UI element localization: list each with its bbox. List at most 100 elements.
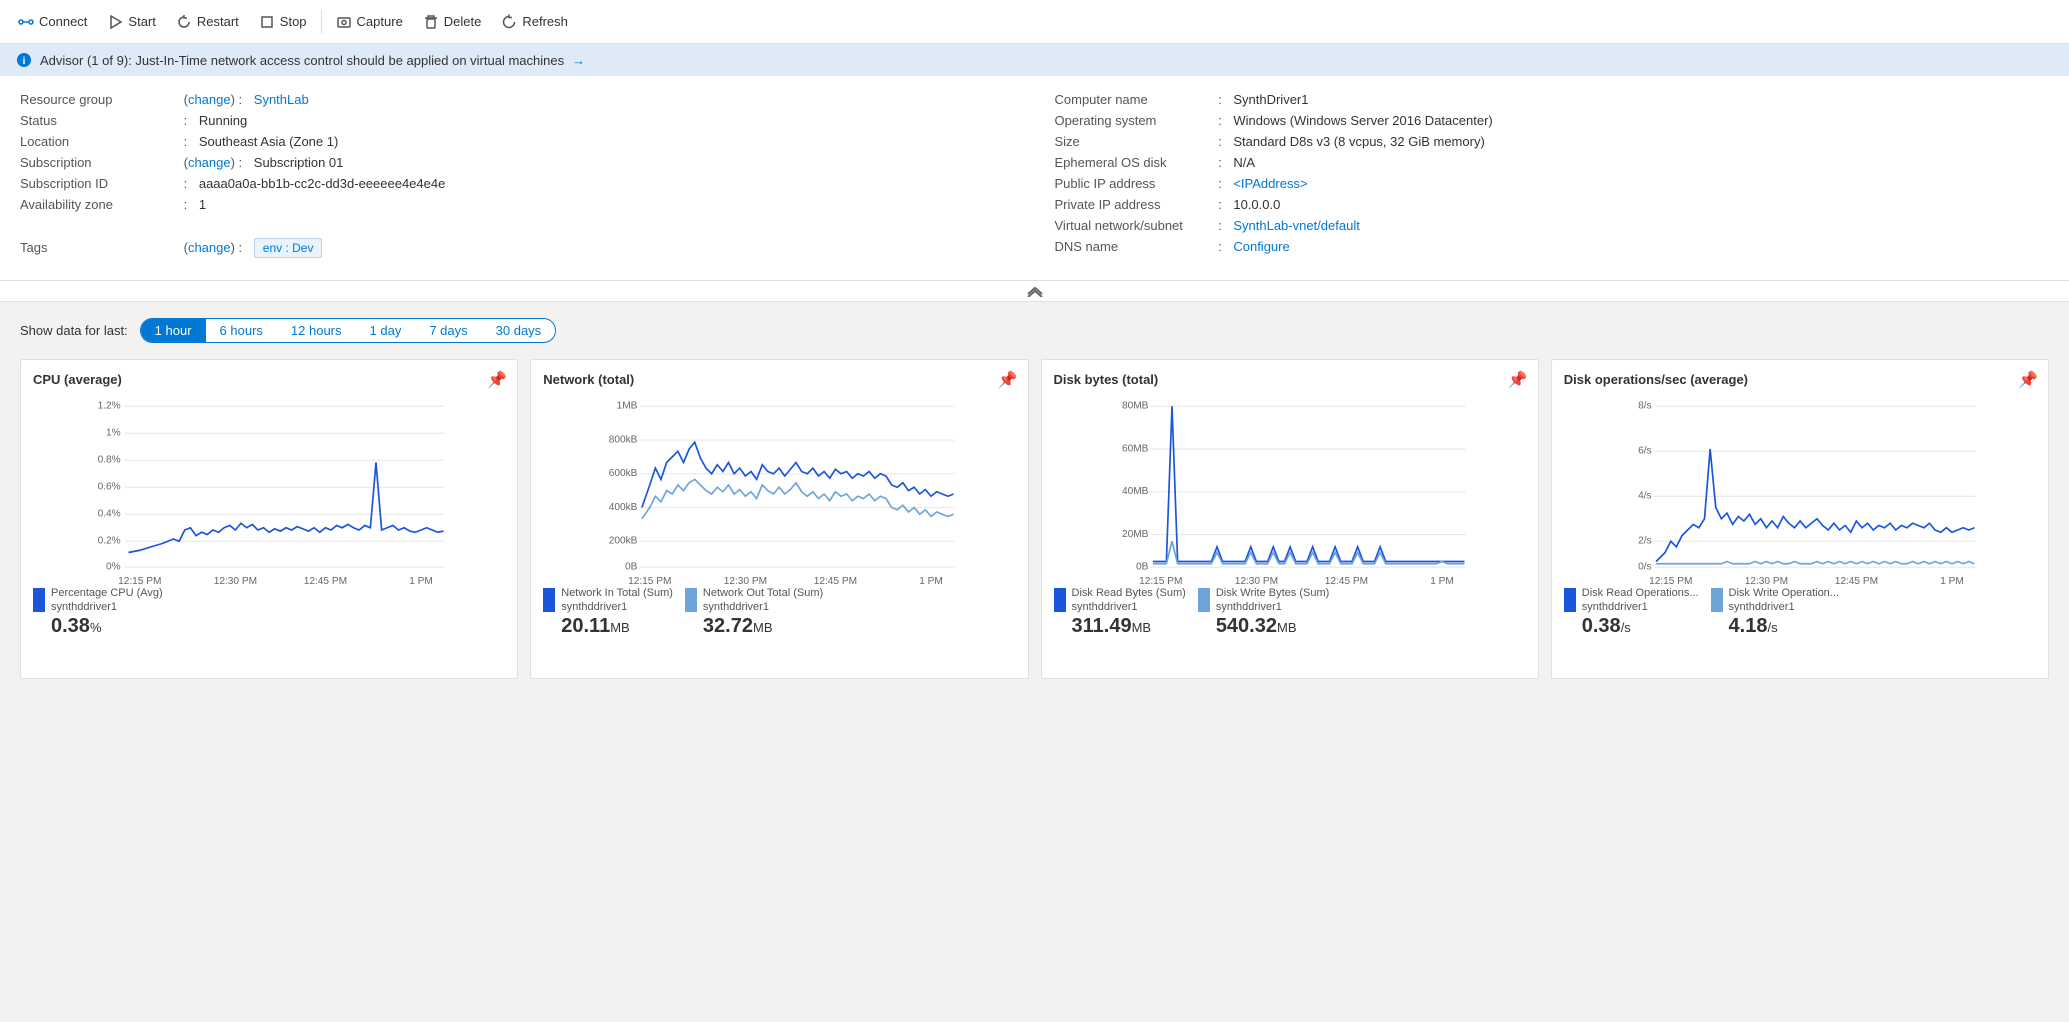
cpu-chart-title: CPU (average) (33, 372, 505, 387)
network-chart: 1MB 800kB 600kB 400kB 200kB 0B 12:15 PM … (543, 395, 1015, 575)
tag-badge: env : Dev (254, 238, 323, 258)
refresh-icon (501, 14, 517, 30)
delete-button[interactable]: Delete (413, 10, 492, 34)
public-ip-value[interactable]: <IPAddress> (1233, 176, 1307, 191)
disk-bytes-chart: 80MB 60MB 40MB 20MB 0B 12:15 PM 12:30 PM… (1054, 395, 1526, 575)
disk-read-ops-item: Disk Read Operations... synthddriver1 0.… (1564, 586, 1699, 638)
info-section: Resource group (change) : SynthLab Statu… (0, 76, 2069, 281)
stop-button[interactable]: Stop (249, 10, 317, 34)
disk-ops-chart: 8/s 6/s 4/s 2/s 0/s 12:15 PM 12:30 PM 12… (1564, 395, 2036, 575)
private-ip-row: Private IP address : 10.0.0.0 (1055, 197, 2050, 212)
resource-group-label: Resource group (20, 92, 180, 107)
advisor-link[interactable]: → (572, 53, 585, 68)
disk-ops-title: Disk operations/sec (average) (1564, 372, 2036, 387)
network-in-color (543, 588, 555, 612)
time-1day[interactable]: 1 day (356, 319, 416, 342)
disk-ops-chart-card: Disk operations/sec (average) 📌 8/s 6/s … (1551, 359, 2049, 679)
tags-row: Tags (change) : env : Dev (20, 238, 1015, 258)
disk-read-bytes-label: Disk Read Bytes (Sum) (1072, 586, 1186, 600)
svg-text:12:45 PM: 12:45 PM (1834, 576, 1877, 587)
svg-text:0.6%: 0.6% (98, 482, 121, 493)
availability-zone-row: Availability zone : 1 (20, 197, 1015, 212)
svg-text:12:30 PM: 12:30 PM (214, 576, 257, 587)
restart-icon (176, 14, 192, 30)
svg-text:0%: 0% (106, 561, 121, 572)
time-30days[interactable]: 30 days (482, 319, 556, 342)
subscription-value: Subscription 01 (254, 155, 344, 170)
disk-read-bytes-unit: MB (1132, 620, 1152, 635)
network-out-unit: MB (753, 620, 773, 635)
start-icon (107, 14, 123, 30)
svg-text:12:45 PM: 12:45 PM (1324, 576, 1367, 587)
time-12hours[interactable]: 12 hours (277, 319, 356, 342)
info-right: Computer name : SynthDriver1 Operating s… (1055, 92, 2050, 264)
show-data-label: Show data for last: (20, 323, 128, 338)
cpu-legend-color (33, 588, 45, 612)
stop-icon (259, 14, 275, 30)
svg-text:0.8%: 0.8% (98, 455, 121, 466)
cpu-pin-button[interactable]: 📌 (487, 370, 507, 390)
svg-text:400kB: 400kB (609, 502, 638, 513)
svg-text:80MB: 80MB (1121, 401, 1148, 412)
resource-group-row: Resource group (change) : SynthLab (20, 92, 1015, 107)
location-row: Location : Southeast Asia (Zone 1) (20, 134, 1015, 149)
collapse-bar[interactable] (0, 281, 2069, 302)
subscription-id-label: Subscription ID (20, 176, 180, 191)
disk-ops-pin-button[interactable]: 📌 (2018, 370, 2038, 390)
network-out-legend-item: Network Out Total (Sum) synthddriver1 32… (685, 586, 823, 638)
divider (321, 10, 322, 34)
dns-value[interactable]: Configure (1233, 239, 1289, 254)
network-out-value: 32.72 (703, 615, 753, 637)
time-7days[interactable]: 7 days (415, 319, 481, 342)
capture-button[interactable]: Capture (326, 10, 413, 34)
svg-text:0/s: 0/s (1638, 561, 1652, 572)
network-in-label: Network In Total (Sum) (561, 586, 673, 600)
network-in-sub: synthddriver1 (561, 600, 673, 614)
disk-write-ops-color (1711, 588, 1723, 612)
svg-text:4/s: 4/s (1638, 491, 1652, 502)
os-value: Windows (Windows Server 2016 Datacenter) (1233, 113, 1492, 128)
disk-read-bytes-color (1054, 588, 1066, 612)
disk-bytes-pin-button[interactable]: 📌 (1508, 370, 1528, 390)
size-row: Size : Standard D8s v3 (8 vcpus, 32 GiB … (1055, 134, 2050, 149)
disk-write-ops-label: Disk Write Operation... (1729, 586, 1839, 600)
restart-button[interactable]: Restart (166, 10, 249, 34)
info-icon: i (16, 52, 32, 68)
disk-write-bytes-label: Disk Write Bytes (Sum) (1216, 586, 1329, 600)
ephemeral-row: Ephemeral OS disk : N/A (1055, 155, 2050, 170)
cpu-legend-item: Percentage CPU (Avg) synthddriver1 0.38% (33, 586, 505, 638)
svg-text:20MB: 20MB (1121, 529, 1148, 540)
svg-text:40MB: 40MB (1121, 486, 1148, 497)
time-6hours[interactable]: 6 hours (206, 319, 277, 342)
computer-name-row: Computer name : SynthDriver1 (1055, 92, 2050, 107)
info-left: Resource group (change) : SynthLab Statu… (20, 92, 1015, 264)
connect-button[interactable]: Connect (8, 10, 97, 34)
monitoring-section: Show data for last: 1 hour 6 hours 12 ho… (0, 302, 2069, 695)
computer-name-value: SynthDriver1 (1233, 92, 1308, 107)
tags-change-link[interactable]: change (188, 240, 231, 255)
network-pin-button[interactable]: 📌 (998, 370, 1018, 390)
connect-icon (18, 14, 34, 30)
svg-text:1 PM: 1 PM (919, 576, 943, 587)
dns-label: DNS name (1055, 239, 1215, 254)
vnet-row: Virtual network/subnet : SynthLab-vnet/d… (1055, 218, 2050, 233)
public-ip-row: Public IP address : <IPAddress> (1055, 176, 2050, 191)
subscription-change-link[interactable]: change (188, 155, 231, 170)
svg-text:8/s: 8/s (1638, 401, 1652, 412)
time-1hour[interactable]: 1 hour (141, 319, 206, 342)
vnet-value[interactable]: SynthLab-vnet/default (1233, 218, 1359, 233)
public-ip-label: Public IP address (1055, 176, 1215, 191)
resource-group-value[interactable]: SynthLab (254, 92, 309, 107)
start-button[interactable]: Start (97, 10, 165, 34)
svg-text:1 PM: 1 PM (1430, 576, 1454, 587)
advisor-banner: i Advisor (1 of 9): Just-In-Time network… (0, 44, 2069, 76)
svg-text:6/s: 6/s (1638, 446, 1652, 457)
svg-text:200kB: 200kB (609, 536, 638, 547)
refresh-button[interactable]: Refresh (491, 10, 578, 34)
resource-group-change-link[interactable]: change (188, 92, 231, 107)
size-label: Size (1055, 134, 1215, 149)
svg-text:1.2%: 1.2% (98, 401, 121, 412)
time-filter: 1 hour 6 hours 12 hours 1 day 7 days 30 … (140, 318, 557, 343)
network-in-legend-item: Network In Total (Sum) synthddriver1 20.… (543, 586, 673, 638)
svg-text:600kB: 600kB (609, 468, 638, 479)
